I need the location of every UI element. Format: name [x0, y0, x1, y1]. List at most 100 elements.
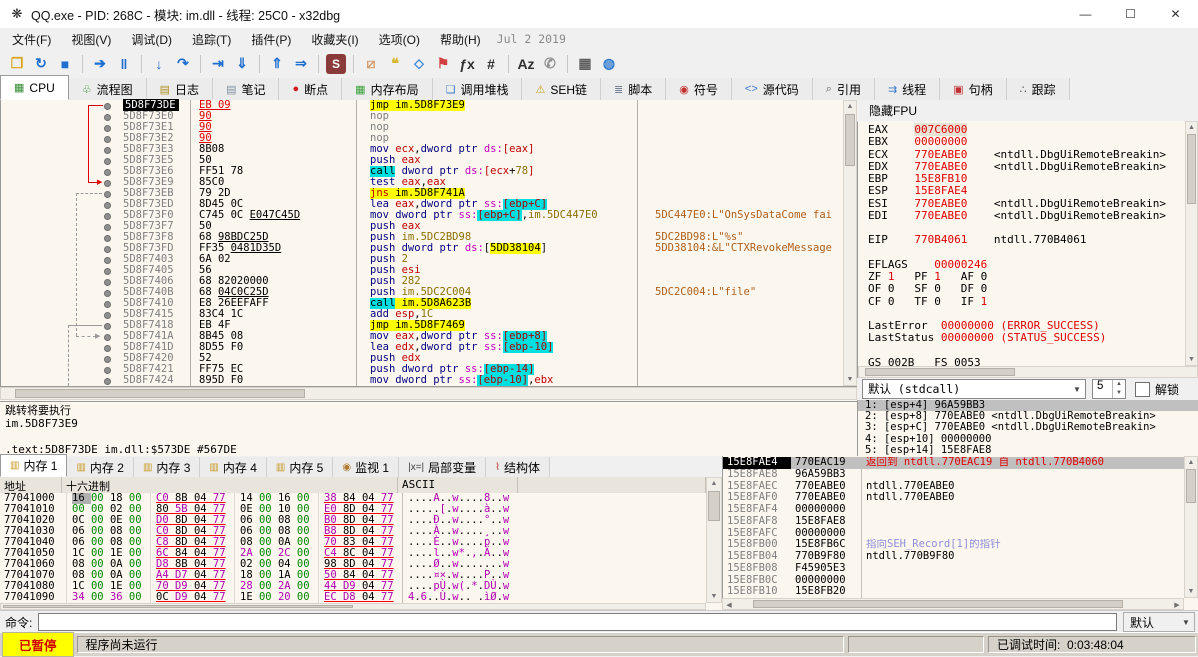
scylla-icon[interactable]: S — [326, 54, 346, 74]
run-to-user-code-icon[interactable]: ⇒ — [291, 54, 311, 74]
breakpoint-dot[interactable] — [104, 356, 111, 363]
tab-symbols[interactable]: ◉符号 — [666, 78, 732, 100]
breakpoint-dot[interactable] — [104, 136, 111, 143]
calculator-icon[interactable]: ▦ — [575, 54, 595, 74]
breakpoint-dot[interactable] — [104, 213, 111, 220]
argument-row[interactable]: 5: [esp+14] 15E8FAE8 — [858, 445, 1198, 456]
disassembly-view[interactable]: 5D8F73DEEB 09jmp im.5D8F73E95D8F73E090no… — [0, 100, 844, 386]
register-line[interactable]: CF 0 TF 0 IF 1 — [868, 296, 1185, 308]
stack-row[interactable]: 15E8FB0C00000000 — [723, 575, 1184, 587]
comments-icon[interactable]: ❝ — [385, 54, 405, 74]
tab-threads[interactable]: ⇉线程 — [875, 78, 940, 100]
tab-memory-map[interactable]: ▦内存布局 — [342, 78, 432, 100]
menu-item-6[interactable]: 选项(O) — [369, 28, 430, 51]
breakpoint-dot[interactable] — [104, 224, 111, 231]
breakpoint-dot[interactable] — [104, 257, 111, 264]
labels-icon[interactable]: ⬦ — [409, 54, 429, 74]
open-file-icon[interactable]: ❒ — [7, 54, 27, 74]
breakpoint-dot[interactable] — [104, 323, 111, 330]
menu-item-7[interactable]: 帮助(H) — [430, 28, 491, 51]
tab-dump-2[interactable]: ▥内存 2 — [67, 457, 133, 477]
tab-graph[interactable]: ♧流程图 — [69, 78, 147, 100]
pause-icon[interactable]: ‖ — [114, 54, 134, 74]
breakpoint-dot[interactable] — [104, 114, 111, 121]
tab-notes[interactable]: ▤笔记 — [213, 78, 279, 100]
dump-horizontal-scrollbar[interactable] — [0, 603, 706, 610]
calling-convention-select[interactable]: 默认 (stdcall) ▼ — [862, 379, 1086, 399]
detach-icon[interactable]: ✆ — [540, 54, 560, 74]
stack-row[interactable]: 15E8FB0015E8FB6C指向SEH_Record[1]的指针 — [723, 539, 1184, 551]
breakpoint-dot[interactable] — [104, 103, 111, 110]
tab-cpu[interactable]: ▦CPU — [0, 75, 69, 100]
tab-trace[interactable]: ∴跟踪 — [1007, 78, 1070, 100]
maximize-button[interactable]: ☐ — [1108, 0, 1153, 28]
breakpoint-dot[interactable] — [104, 202, 111, 209]
breakpoint-dot[interactable] — [104, 345, 111, 352]
menu-item-1[interactable]: 视图(V) — [61, 28, 121, 51]
breakpoint-dot[interactable] — [104, 378, 111, 385]
breakpoint-dot[interactable] — [104, 169, 111, 176]
tab-seh[interactable]: ⚠SEH链 — [522, 78, 601, 100]
tab-breakpoints[interactable]: ●断点 — [279, 78, 342, 100]
stack-row[interactable]: 15E8FAE4770EAC19返回到 ntdll.770EAC19 自 ntd… — [723, 457, 1184, 469]
breakpoint-dot[interactable] — [104, 268, 111, 275]
step-over-icon[interactable]: ↷ — [173, 54, 193, 74]
dump-rows[interactable]: 7704100016 00 18 00C0 8B 04 7714 00 16 0… — [0, 493, 706, 603]
tab-source[interactable]: <>源代码 — [732, 78, 813, 100]
unlock-checkbox[interactable]: 解锁 — [1135, 381, 1179, 398]
breakpoint-dot[interactable] — [104, 191, 111, 198]
registers-horizontal-scrollbar[interactable] — [858, 366, 1198, 378]
tab-script[interactable]: ≣脚本 — [601, 78, 666, 100]
stack-vertical-scrollbar[interactable]: ▲ ▼ — [1184, 456, 1198, 598]
hide-fpu-button[interactable]: 隐藏FPU — [857, 100, 1198, 122]
tab-dump-1[interactable]: ▥内存 1 — [0, 454, 67, 477]
register-line[interactable]: EIP 770B4061 ntdll.770B4061 — [868, 234, 1185, 246]
breakpoint-dot[interactable] — [104, 235, 111, 242]
stop-icon[interactable]: ■ — [55, 54, 75, 74]
tab-log[interactable]: ▤日志 — [147, 78, 213, 100]
register-line[interactable]: LastStatus 00000000 (STATUS_SUCCESS) — [868, 332, 1185, 344]
checkbox-box[interactable] — [1135, 382, 1150, 397]
breakpoint-dot[interactable] — [104, 158, 111, 165]
menu-item-5[interactable]: 收藏夹(I) — [301, 28, 368, 51]
tab-dump-4[interactable]: ▥内存 4 — [200, 457, 266, 477]
run-icon[interactable]: ➔ — [90, 54, 110, 74]
stack-row[interactable]: 15E8FAE896A59BB3 — [723, 469, 1184, 481]
tab-dump-5[interactable]: ▥内存 5 — [267, 457, 333, 477]
menu-item-0[interactable]: 文件(F) — [2, 28, 61, 51]
argument-depth-spinner[interactable]: 5 ▲▼ — [1092, 379, 1126, 399]
step-into-icon[interactable]: ↓ — [149, 54, 169, 74]
command-preset-select[interactable]: 默认 ▼ — [1123, 612, 1195, 632]
spinner-down-icon[interactable]: ▼ — [1113, 389, 1125, 398]
run-to-selection-icon[interactable]: ⇥ — [208, 54, 228, 74]
breakpoint-dot[interactable] — [104, 367, 111, 374]
tab-dump-3[interactable]: ▥内存 3 — [134, 457, 200, 477]
codepage-icon[interactable]: Az — [516, 54, 536, 74]
dump-row[interactable]: 7704109034 00 36 000C D9 04 771E 00 20 0… — [0, 592, 706, 603]
stack-rows[interactable]: 15E8FAE4770EAC19返回到 ntdll.770EAC19 自 ntd… — [723, 457, 1184, 598]
stack-row[interactable]: 15E8FB08F45905E3 — [723, 563, 1184, 575]
tab-struct[interactable]: ⌇结构体 — [486, 457, 550, 477]
disasm-row[interactable]: 5D8F7424895D F0mov dword ptr ss:[ebp-10]… — [1, 375, 844, 386]
breakpoint-dot[interactable] — [104, 147, 111, 154]
breakpoint-dot[interactable] — [104, 125, 111, 132]
register-line[interactable]: GS 002B FS 0053 — [868, 357, 1185, 366]
breakpoint-dot[interactable] — [104, 301, 111, 308]
stack-row[interactable]: 15E8FAF400000000 — [723, 504, 1184, 516]
breakpoint-dot[interactable] — [104, 290, 111, 297]
hash-icon[interactable]: # — [481, 54, 501, 74]
dump-vertical-scrollbar[interactable]: ▲ ▼ — [706, 477, 722, 603]
tab-handles[interactable]: ▣句柄 — [940, 78, 1006, 100]
stack-horizontal-scrollbar[interactable]: ◀ ▶ — [722, 598, 1184, 610]
stack-row[interactable]: 15E8FAF815E8FAE8 — [723, 516, 1184, 528]
menu-item-3[interactable]: 追踪(T) — [182, 28, 241, 51]
register-list[interactable]: EAX 007C6000EBX 00000000ECX 770EABE0 <nt… — [858, 121, 1185, 366]
breakpoint-dot[interactable] — [104, 312, 111, 319]
breakpoint-dot[interactable] — [104, 279, 111, 286]
stack-row[interactable]: 15E8FAFC00000000 — [723, 528, 1184, 540]
bookmarks-icon[interactable]: ⚑ — [433, 54, 453, 74]
command-input[interactable] — [38, 613, 1117, 631]
minimize-button[interactable]: — — [1063, 0, 1108, 28]
patches-icon[interactable]: ⧄ — [361, 54, 381, 74]
register-line[interactable]: EDI 770EABE0 <ntdll.DbgUiRemoteBreakin> — [868, 210, 1185, 222]
